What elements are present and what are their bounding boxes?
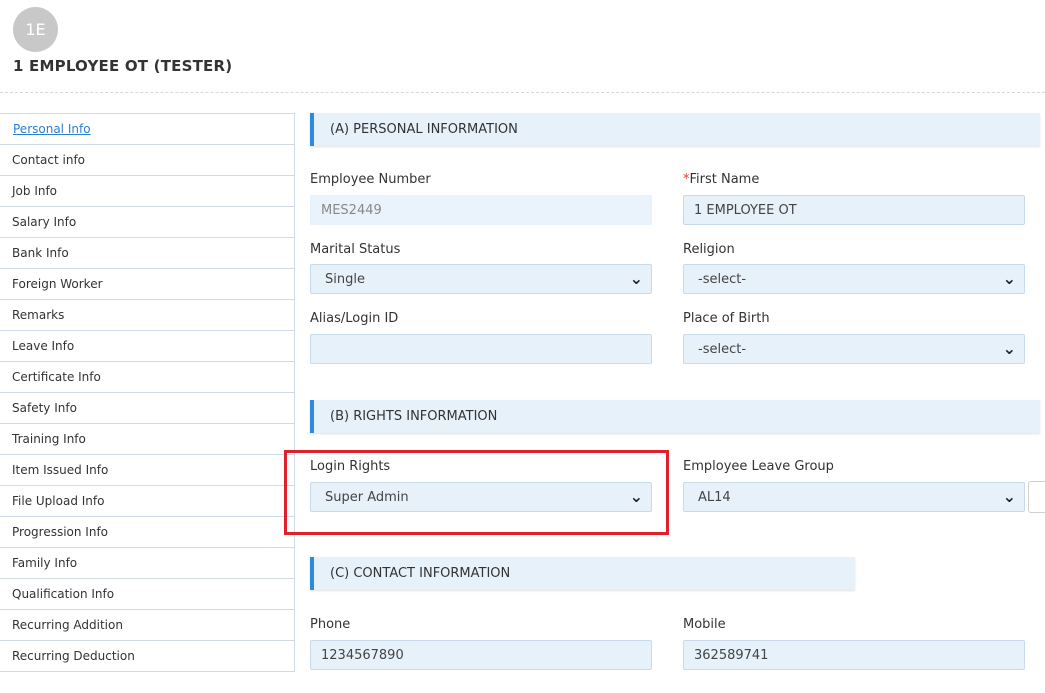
- phone-value: 1234567890: [321, 647, 404, 663]
- first-name-input[interactable]: 1 EMPLOYEE OT: [683, 195, 1025, 225]
- first-name-label: *First Name: [683, 172, 759, 187]
- employee-number-field: MES2449: [310, 195, 652, 225]
- first-name-value: 1 EMPLOYEE OT: [694, 202, 797, 218]
- place-of-birth-select[interactable]: -select- ⌄: [683, 334, 1025, 364]
- sidebar-item-foreign-worker[interactable]: Foreign Worker: [0, 269, 294, 300]
- religion-value: -select-: [698, 271, 747, 287]
- employee-number-value: MES2449: [321, 202, 382, 218]
- alias-login-label: Alias/Login ID: [310, 311, 399, 326]
- marital-status-label: Marital Status: [310, 242, 401, 257]
- sidebar-item-bank-info[interactable]: Bank Info: [0, 238, 294, 269]
- sidebar-item-training-info[interactable]: Training Info: [0, 424, 294, 455]
- sidebar-item-family-info[interactable]: Family Info: [0, 548, 294, 579]
- employee-number-label: Employee Number: [310, 172, 431, 187]
- page-title: 1 EMPLOYEE OT (TESTER): [13, 57, 233, 75]
- section-title: (C) CONTACT INFORMATION: [330, 566, 511, 581]
- marital-status-value: Single: [325, 271, 365, 287]
- mobile-input[interactable]: 362589741: [683, 640, 1025, 670]
- sidebar-item-contact-info[interactable]: Contact info: [0, 145, 294, 176]
- phone-label: Phone: [310, 617, 351, 632]
- sidebar-item-recurring-addition[interactable]: Recurring Addition: [0, 610, 294, 641]
- first-name-label-text: First Name: [689, 172, 760, 187]
- sidebar-item-qualification-info[interactable]: Qualification Info: [0, 579, 294, 610]
- phone-input[interactable]: 1234567890: [310, 640, 652, 670]
- religion-label: Religion: [683, 242, 735, 257]
- sidebar-item-recurring-deduction[interactable]: Recurring Deduction: [0, 641, 294, 672]
- sidebar-item-progression-info[interactable]: Progression Info: [0, 517, 294, 548]
- sidebar-item-certificate-info[interactable]: Certificate Info: [0, 362, 294, 393]
- religion-select[interactable]: -select- ⌄: [683, 264, 1025, 294]
- section-header-rights: (B) RIGHTS INFORMATION: [310, 400, 1040, 433]
- employee-leave-group-select[interactable]: AL14 ⌄: [683, 482, 1025, 512]
- chevron-down-icon: ⌄: [1002, 487, 1016, 506]
- section-header-contact: (C) CONTACT INFORMATION: [310, 557, 855, 590]
- sidebar-item-file-upload-info[interactable]: File Upload Info: [0, 486, 294, 517]
- section-title: (B) RIGHTS INFORMATION: [330, 409, 498, 424]
- sidebar-item-personal-info[interactable]: Personal Info: [0, 114, 294, 145]
- avatar: 1E: [13, 7, 58, 52]
- employee-leave-group-label: Employee Leave Group: [683, 459, 834, 474]
- mobile-value: 362589741: [694, 647, 769, 663]
- header-divider: [0, 92, 1045, 93]
- chevron-down-icon: ⌄: [1002, 269, 1016, 288]
- chevron-down-icon: ⌄: [629, 269, 643, 288]
- place-of-birth-value: -select-: [698, 341, 747, 357]
- place-of-birth-label: Place of Birth: [683, 311, 770, 326]
- sidebar-item-job-info[interactable]: Job Info: [0, 176, 294, 207]
- sidebar: Personal Info Contact info Job Info Sala…: [0, 113, 295, 672]
- sidebar-item-leave-info[interactable]: Leave Info: [0, 331, 294, 362]
- sidebar-item-safety-info[interactable]: Safety Info: [0, 393, 294, 424]
- leave-group-action-button[interactable]: [1028, 481, 1045, 513]
- sidebar-item-salary-info[interactable]: Salary Info: [0, 207, 294, 238]
- login-rights-value: Super Admin: [325, 489, 409, 505]
- sidebar-item-remarks[interactable]: Remarks: [0, 300, 294, 331]
- chevron-down-icon: ⌄: [1002, 339, 1016, 358]
- chevron-down-icon: ⌄: [629, 487, 643, 506]
- employee-leave-group-value: AL14: [698, 489, 731, 505]
- alias-login-input[interactable]: [310, 334, 652, 364]
- mobile-label: Mobile: [683, 617, 726, 632]
- marital-status-select[interactable]: Single ⌄: [310, 264, 652, 294]
- sidebar-item-item-issued-info[interactable]: Item Issued Info: [0, 455, 294, 486]
- section-title: (A) PERSONAL INFORMATION: [330, 122, 518, 137]
- login-rights-select[interactable]: Super Admin ⌄: [310, 482, 652, 512]
- login-rights-label: Login Rights: [310, 459, 391, 474]
- section-header-personal: (A) PERSONAL INFORMATION: [310, 113, 1040, 146]
